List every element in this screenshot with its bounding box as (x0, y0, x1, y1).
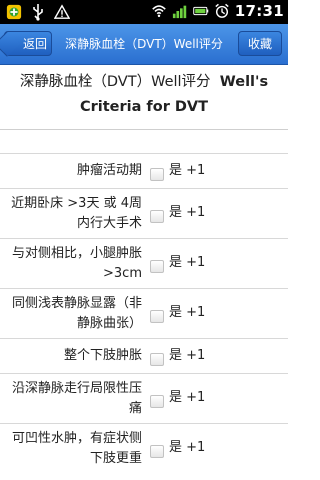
criteria-option: 是 +1 (169, 163, 206, 178)
back-button-label: 返回 (22, 37, 47, 51)
criteria-label: 近期卧床 >3天 或 4周内行大手术 (11, 196, 142, 231)
criteria-row-superficial-veins[interactable]: 同侧浅表静脉显露（非静脉曲张） 是 +1 (0, 288, 288, 338)
criteria-label: 可凹性水肿，有症状侧下肢更重 (11, 431, 142, 466)
score-heading: 深静脉血栓（DVT）Well评分 Well's Criteria for DVT (0, 70, 288, 120)
criteria-option: 是 +1 (169, 348, 206, 363)
title-bar: 返回 深静脉血栓（DVT）Well评分 收藏 (0, 24, 288, 65)
criteria-option: 是 +1 (169, 440, 206, 455)
criteria-option: 是 +1 (169, 305, 206, 320)
back-button[interactable]: 返回 (4, 31, 52, 56)
criteria-checkbox[interactable] (150, 445, 164, 458)
signal-icon (172, 5, 186, 19)
criteria-label: 沿深静脉走行局限性压痛 (11, 381, 142, 416)
criteria-row-pitting-edema[interactable]: 可凹性水肿，有症状侧下肢更重 是 +1 (0, 423, 288, 473)
criteria-row-localized-tenderness[interactable]: 沿深静脉走行局限性压痛 是 +1 (0, 373, 288, 423)
criteria-checkbox[interactable] (150, 210, 164, 223)
criteria-option: 是 +1 (169, 255, 206, 270)
criteria-checkbox[interactable] (150, 310, 164, 323)
criteria-label: 同侧浅表静脉显露（非静脉曲张） (11, 296, 142, 331)
criteria-row-calf-swelling[interactable]: 与对侧相比，小腿肿胀 >3cm 是 +1 (0, 238, 288, 288)
wifi-icon (151, 5, 166, 18)
criteria-label: 肿瘤活动期 (76, 163, 142, 178)
app-notification-icon (6, 4, 22, 20)
clock-time: 17:31 (234, 2, 284, 20)
heading-line-1: 深静脉血栓（DVT）Well评分 Well's (0, 70, 288, 95)
criteria-list: 肿瘤活动期 是 +1 近期卧床 >3天 或 4周内行大手术 是 +1 与对侧相比… (0, 153, 288, 473)
criteria-label: 与对侧相比，小腿肿胀 >3cm (11, 246, 142, 281)
criteria-row-active-cancer[interactable]: 肿瘤活动期 是 +1 (0, 153, 288, 188)
favorite-button[interactable]: 收藏 (238, 31, 282, 56)
alarm-icon (215, 3, 229, 18)
criteria-checkbox[interactable] (150, 260, 164, 273)
usb-icon (33, 4, 43, 21)
page-title: 深静脉血栓（DVT）Well评分 (65, 37, 223, 51)
criteria-row-bedridden-surgery[interactable]: 近期卧床 >3天 或 4周内行大手术 是 +1 (0, 188, 288, 238)
criteria-checkbox[interactable] (150, 353, 164, 366)
criteria-checkbox[interactable] (150, 395, 164, 408)
criteria-row-entire-leg-swollen[interactable]: 整个下肢肿胀 是 +1 (0, 338, 288, 373)
heading-divider (0, 129, 288, 130)
criteria-option: 是 +1 (169, 390, 206, 405)
heading-line-2: Criteria for DVT (79, 99, 209, 115)
heading-title-cn: 深静脉血栓（DVT）Well评分 (19, 74, 211, 90)
criteria-checkbox[interactable] (150, 168, 164, 181)
battery-icon (192, 6, 209, 16)
criteria-label: 整个下肢肿胀 (63, 348, 142, 363)
criteria-option: 是 +1 (169, 205, 206, 220)
status-bar: 17:31 (0, 0, 288, 24)
heading-title-en-start: Well's (219, 74, 269, 90)
warning-icon (54, 4, 70, 19)
